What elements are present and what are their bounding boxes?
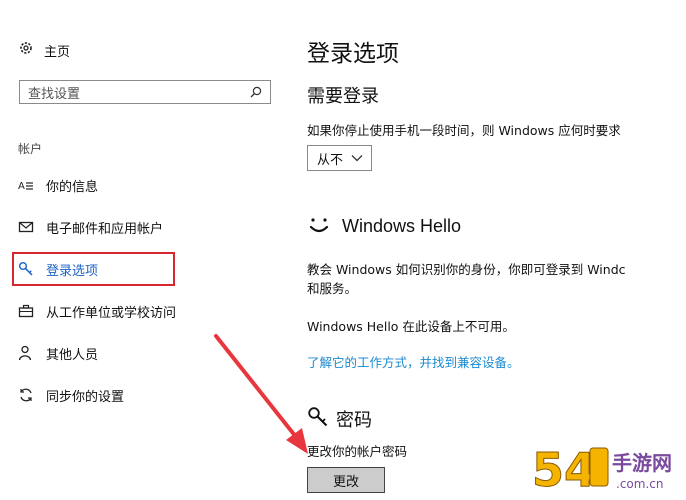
- sidebar-item-sync-settings[interactable]: 同步你的设置: [18, 384, 124, 406]
- require-signin-description: 如果你停止使用手机一段时间，则 Windows 应何时要求: [307, 123, 621, 138]
- require-signin-heading: 需要登录: [307, 86, 379, 107]
- gear-icon: [18, 40, 34, 60]
- sidebar-item-label: 你的信息: [46, 179, 99, 195]
- search-icon: [250, 83, 262, 102]
- svg-text:A: A: [18, 181, 25, 192]
- svg-text:.com.cn: .com.cn: [616, 477, 663, 491]
- change-password-button[interactable]: 更改: [307, 467, 385, 493]
- sidebar-item-label: 登录选项: [46, 263, 99, 279]
- sidebar-item-label: 电子邮件和应用帐户: [46, 221, 164, 237]
- sidebar-item-label: 同步你的设置: [46, 389, 125, 405]
- page-title: 登录选项: [307, 41, 399, 67]
- require-signin-dropdown[interactable]: 从不: [307, 145, 372, 171]
- smiley-icon: [307, 214, 331, 236]
- home-label: 主页: [44, 44, 71, 60]
- svg-text:手游网: 手游网: [612, 451, 672, 475]
- sidebar-item-work-school[interactable]: 从工作单位或学校访问: [18, 300, 176, 322]
- chevron-down-icon: [351, 151, 363, 166]
- sidebar-item-email-accounts[interactable]: 电子邮件和应用帐户: [18, 216, 163, 238]
- windows-hello-description-line1: 教会 Windows 如何识别你的身份，你即可登录到 Windc: [307, 262, 626, 277]
- windows-hello-unavailable-text: Windows Hello 在此设备上不可用。: [307, 319, 515, 334]
- svg-text:54: 54: [532, 443, 596, 496]
- user-card-icon: A: [18, 177, 34, 193]
- mail-icon: [18, 219, 34, 235]
- search-placeholder: 查找设置: [28, 86, 81, 102]
- sidebar-item-your-info[interactable]: A 你的信息: [18, 174, 98, 196]
- home-nav-item[interactable]: 主页: [18, 40, 70, 60]
- password-heading: 密码: [336, 410, 372, 431]
- key-icon: [18, 261, 34, 277]
- person-icon: [18, 345, 34, 361]
- dropdown-value: 从不: [317, 152, 344, 168]
- sidebar-item-label: 其他人员: [46, 347, 99, 363]
- red-arrow-annotation: [214, 334, 308, 454]
- windows-hello-description-line2: 和服务。: [307, 281, 358, 296]
- windows-hello-heading: Windows Hello: [342, 216, 462, 236]
- briefcase-icon: [18, 303, 34, 319]
- settings-search-input[interactable]: 查找设置: [19, 80, 271, 104]
- sidebar-item-other-people[interactable]: 其他人员: [18, 342, 98, 364]
- sidebar-item-signin-options[interactable]: 登录选项: [18, 258, 98, 280]
- sidebar-item-label: 从工作单位或学校访问: [46, 305, 177, 321]
- sync-icon: [18, 387, 34, 403]
- site-watermark-logo: 54 手游网 .com.cn: [532, 440, 682, 498]
- accounts-section-label: 帐户: [18, 142, 43, 156]
- learn-how-it-works-link[interactable]: 了解它的工作方式，并找到兼容设备。: [307, 352, 520, 371]
